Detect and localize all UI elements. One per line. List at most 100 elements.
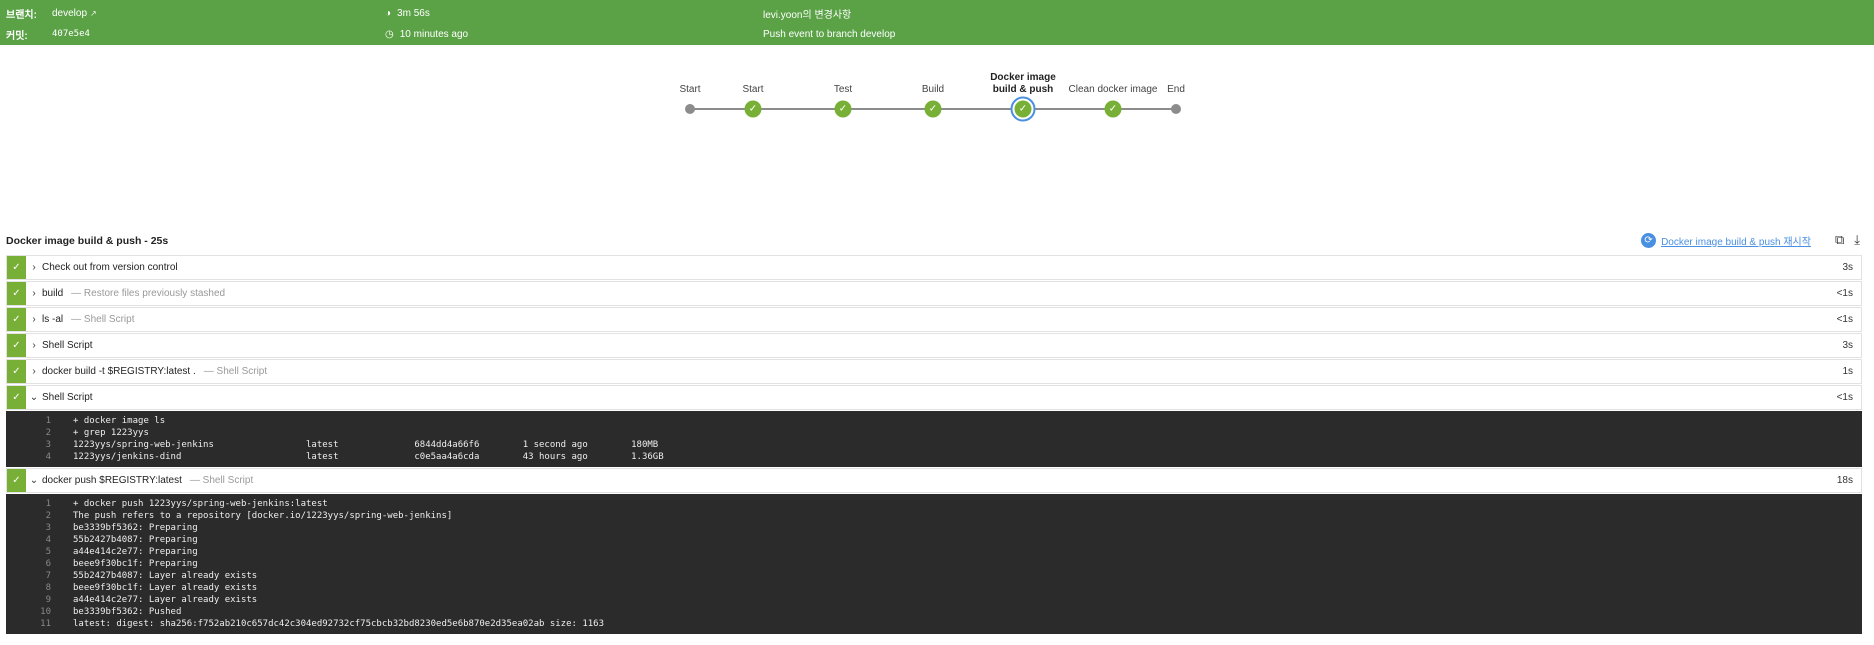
run-header: 브랜치: develop ↗ 커밋: 407e5e4 ◑ 3m 56s ◷ 10… xyxy=(0,0,1874,45)
step-duration: 3s xyxy=(1842,262,1853,273)
step-row[interactable]: ✓ › Check out from version control 3s xyxy=(6,255,1862,280)
success-check-icon[interactable]: ✓ xyxy=(834,100,852,118)
step-desc: — Shell Script xyxy=(203,366,268,377)
step-name: docker build -t $REGISTRY:latest . xyxy=(42,366,196,377)
step-desc: — Shell Script xyxy=(189,475,254,486)
step-duration: 1s xyxy=(1842,366,1853,377)
log-line-text: + docker image ls xyxy=(73,416,166,426)
step-log-output[interactable]: 1 + docker push 1223yys/spring-web-jenkin… xyxy=(6,494,1862,634)
step-row-expanded[interactable]: ✓ ⌄ Shell Script <1s xyxy=(6,385,1862,410)
log-line-text: The push refers to a repository [docker.… xyxy=(73,511,453,521)
stage-docker-build-push[interactable]: Docker image build & push ✓ xyxy=(978,60,1068,122)
step-log-output[interactable]: 1 + docker image ls 2 + grep 1223yys 3 1223… xyxy=(6,411,1862,467)
branch-row: 브랜치: develop ↗ xyxy=(6,5,97,21)
step-list: ✓ › Check out from version control 3s ✓ … xyxy=(6,255,1862,635)
step-row-expanded[interactable]: ✓ ⌄ docker push $REGISTRY:latest — Shell… xyxy=(6,468,1862,493)
step-name: Shell Script xyxy=(42,340,93,351)
log-line-text: latest: digest: sha256:f752ab210c657dc42… xyxy=(73,619,605,629)
download-icon[interactable]: ⤓ xyxy=(1854,232,1860,248)
chevron-down-icon[interactable]: ⌄ xyxy=(26,392,42,403)
success-check-icon: ✓ xyxy=(7,308,26,331)
step-name: build xyxy=(42,288,64,299)
step-name: docker push $REGISTRY:latest xyxy=(42,475,182,486)
chevron-down-icon[interactable]: ⌄ xyxy=(26,475,42,486)
chevron-right-icon[interactable]: › xyxy=(26,366,42,377)
success-check-icon[interactable]: ✓ xyxy=(1104,100,1122,118)
stage-detail-title: Docker image build & push - 25s xyxy=(6,235,169,247)
branch-link[interactable]: develop xyxy=(52,8,87,19)
chevron-right-icon[interactable]: › xyxy=(26,262,42,273)
step-row[interactable]: ✓ › build — Restore files previously sta… xyxy=(6,281,1862,306)
cause-row: Push event to branch develop xyxy=(763,26,895,42)
cause-text: Push event to branch develop xyxy=(763,28,896,40)
success-check-icon[interactable]: ✓ xyxy=(744,100,762,118)
chevron-right-icon[interactable]: › xyxy=(26,340,42,351)
step-duration: 18s xyxy=(1836,475,1853,486)
duration-icon: ◑ xyxy=(385,7,392,19)
log-line: 5 a44e414c2e77: Preparing xyxy=(45,547,198,557)
step-duration: <1s xyxy=(1836,392,1853,403)
log-line-text: a44e414c2e77: Preparing xyxy=(73,547,198,557)
step-row[interactable]: ✓ › Shell Script 3s xyxy=(6,333,1862,358)
log-line: 2 The push refers to a repository [docker… xyxy=(45,511,453,521)
success-check-icon: ✓ xyxy=(7,334,26,357)
stage-label: Build xyxy=(921,84,945,95)
stage-label: End xyxy=(1167,84,1185,95)
log-line-text: + grep 1223yys xyxy=(73,428,149,438)
time-ago: 10 minutes ago xyxy=(399,28,469,40)
log-line-text: 55b2427b4087: Layer already exists xyxy=(73,571,258,581)
log-line-text: beee9f30bc1f: Layer already exists xyxy=(73,583,258,593)
log-line-text: be3339bf5362: Preparing xyxy=(73,523,198,533)
stage-start[interactable]: Start ✓ xyxy=(708,60,798,118)
changes-text: levi.yoon의 변경사항 xyxy=(763,9,852,21)
step-row[interactable]: ✓ › ls -al — Shell Script <1s xyxy=(6,307,1862,332)
changes-row: levi.yoon의 변경사항 xyxy=(763,5,851,21)
success-check-icon: ✓ xyxy=(7,360,26,383)
commit-row: 커밋: 407e5e4 xyxy=(6,26,90,42)
success-check-icon: ✓ xyxy=(7,256,26,279)
success-check-icon: ✓ xyxy=(7,282,26,305)
chevron-right-icon[interactable]: › xyxy=(26,314,42,325)
step-duration: 3s xyxy=(1842,340,1853,351)
stage-actions: ⟳ Docker image build & push 재시작 ⧉ ⤓ xyxy=(1641,232,1860,248)
step-duration: <1s xyxy=(1836,314,1853,325)
chevron-right-icon[interactable]: › xyxy=(26,288,42,299)
stage-label: Test xyxy=(833,84,853,95)
open-external-icon[interactable]: ⧉ xyxy=(1835,232,1844,248)
success-check-icon: ✓ xyxy=(7,386,26,409)
stage-label: Docker image build & push xyxy=(990,72,1056,95)
log-line-text: 1223yys/spring-web-jenkins latest 6844dd… xyxy=(73,440,659,450)
duration-value: 3m 56s xyxy=(397,7,430,19)
log-line-text: be3339bf5362: Pushed xyxy=(73,607,182,617)
step-desc: — Restore files previously stashed xyxy=(71,288,226,299)
stage-end-node: End xyxy=(1131,60,1221,114)
log-line: 11 latest: digest: sha256:f752ab210c657dc… xyxy=(40,619,605,629)
log-line: 8 beee9f30bc1f: Layer already exists xyxy=(45,583,258,593)
success-check-icon[interactable]: ✓ xyxy=(924,100,942,118)
step-name: Shell Script xyxy=(42,392,93,403)
restart-stage-link[interactable]: Docker image build & push 재시작 xyxy=(1661,233,1811,248)
branch-label: 브랜치: xyxy=(6,9,37,21)
step-duration: <1s xyxy=(1836,288,1853,299)
step-name: ls -al xyxy=(42,314,64,325)
stage-build[interactable]: Build ✓ xyxy=(888,60,978,118)
log-line-text: 1223yys/jenkins-dind latest c0e5aa4a6cda… xyxy=(73,452,664,462)
duration-row: ◑ 3m 56s xyxy=(385,5,430,21)
success-check-icon: ✓ xyxy=(7,469,26,492)
selected-stage-ring[interactable]: ✓ xyxy=(1010,96,1036,122)
step-row[interactable]: ✓ › docker build -t $REGISTRY:latest . —… xyxy=(6,359,1862,384)
log-line: 3 1223yys/spring-web-jenkins latest 6844d… xyxy=(45,440,659,450)
start-dot-icon xyxy=(685,104,695,114)
stage-test[interactable]: Test ✓ xyxy=(798,60,888,118)
log-line: 1 + docker image ls xyxy=(45,416,166,426)
success-check-icon: ✓ xyxy=(1014,100,1032,118)
commit-value: 407e5e4 xyxy=(52,29,90,39)
external-link-icon[interactable]: ↗ xyxy=(90,9,97,18)
restart-icon[interactable]: ⟳ xyxy=(1641,232,1657,248)
step-desc: — Shell Script xyxy=(71,314,135,325)
log-line: 4 1223yys/jenkins-dind latest c0e5aa4a6cd… xyxy=(45,452,664,462)
log-line: 6 beee9f30bc1f: Preparing xyxy=(45,559,198,569)
log-line: 4 55b2427b4087: Preparing xyxy=(45,535,198,545)
stage-label: Start xyxy=(742,84,764,95)
log-line: 7 55b2427b4087: Layer already exists xyxy=(45,571,258,581)
